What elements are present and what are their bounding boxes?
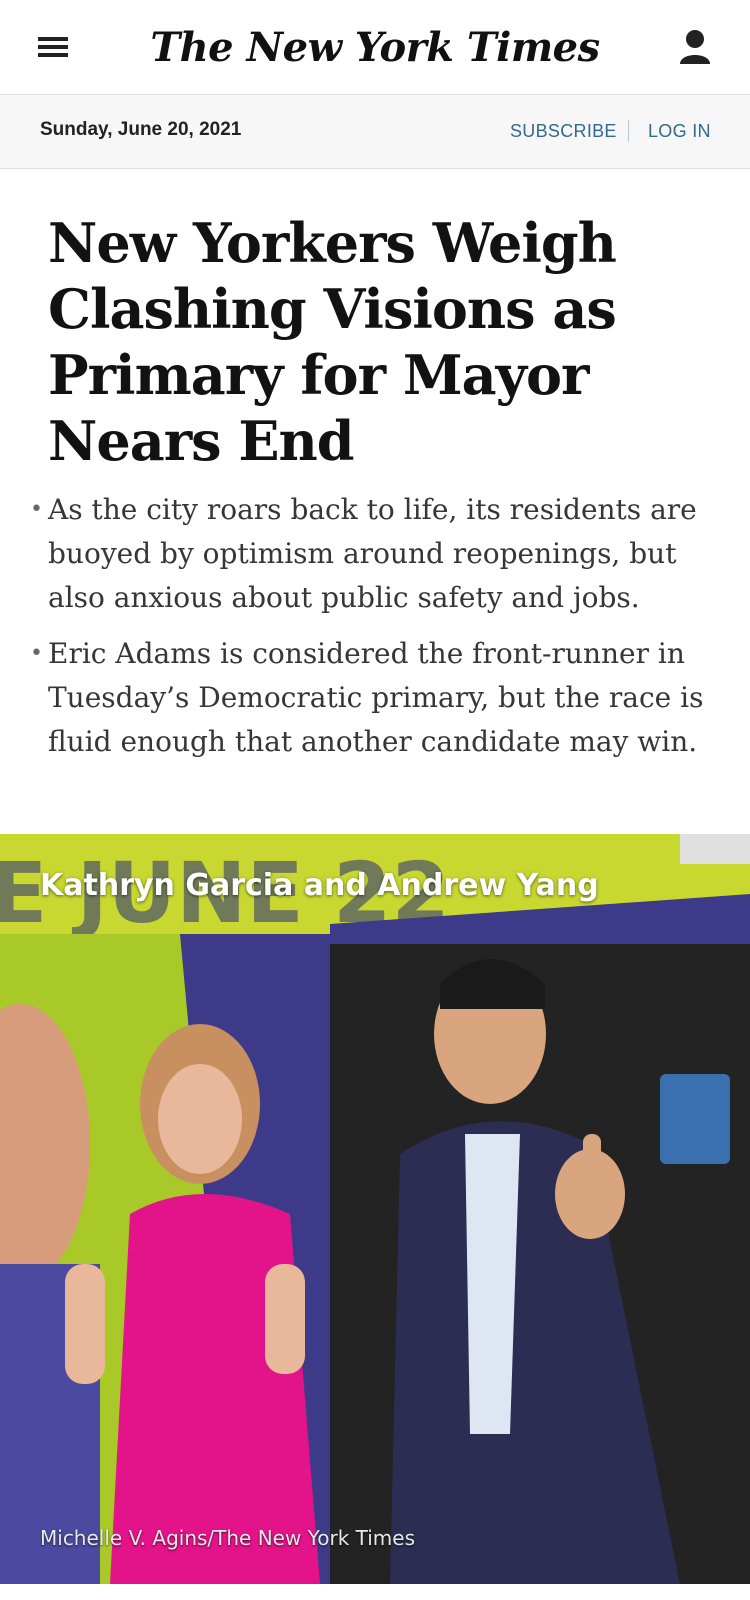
divider: [628, 120, 629, 142]
edition-date: Sunday, June 20, 2021: [40, 119, 242, 140]
login-link[interactable]: LOG IN: [648, 121, 711, 142]
summary-item: • Eric Adams is considered the front-run…: [30, 632, 730, 764]
nyt-logo[interactable]: The New York Times: [150, 18, 600, 78]
hamburger-menu-icon[interactable]: [38, 35, 70, 61]
summary-text: As the city roars back to life, its resi…: [48, 493, 697, 614]
article-summary: • As the city roars back to life, its re…: [30, 488, 730, 776]
page-bottom: [0, 1584, 750, 1600]
person-icon[interactable]: [678, 28, 712, 68]
article-headline[interactable]: New Yorkers Weigh Clashing Visions as Pr…: [48, 210, 738, 474]
bullet-icon: •: [30, 641, 43, 666]
hero-photo[interactable]: E JUNE 22 Kathryn Garcia and Andrew Yang…: [0, 834, 750, 1584]
summary-text: Eric Adams is considered the front-runne…: [48, 637, 704, 758]
bullet-icon: •: [30, 497, 43, 522]
photo-caption: Kathryn Garcia and Andrew Yang: [40, 868, 599, 903]
photo-credit: Michelle V. Agins/The New York Times: [40, 1526, 416, 1550]
photo-illustration: E JUNE 22: [0, 834, 750, 1584]
masthead: The New York Times: [0, 0, 750, 95]
summary-item: • As the city roars back to life, its re…: [30, 488, 730, 620]
date-bar: Sunday, June 20, 2021 SUBSCRIBE LOG IN: [0, 95, 750, 169]
subscribe-link[interactable]: SUBSCRIBE: [510, 121, 617, 142]
